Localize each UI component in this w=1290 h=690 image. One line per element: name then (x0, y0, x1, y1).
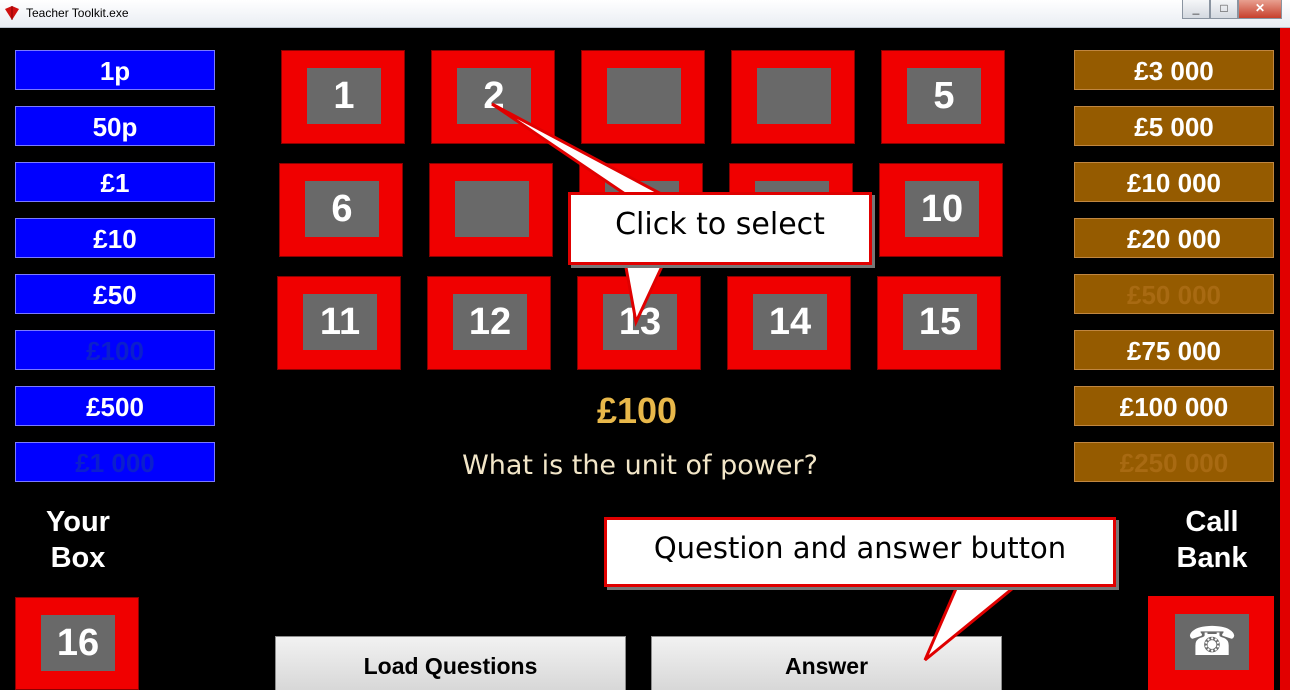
your-box-label-line1: Your (46, 506, 110, 538)
window-title: Teacher Toolkit.exe (26, 6, 129, 20)
low-value-5: £100 (15, 330, 215, 370)
box-12[interactable]: 12 (427, 276, 551, 370)
answer-button[interactable]: Answer (651, 636, 1002, 690)
high-value-6: £100 000 (1074, 386, 1274, 426)
high-value-1: £5 000 (1074, 106, 1274, 146)
box-number: 5 (907, 68, 981, 124)
box-number: 10 (905, 181, 979, 237)
low-value-4: £50 (15, 274, 215, 314)
window-frame-right (1280, 28, 1290, 690)
box-number: 15 (903, 294, 977, 350)
minimize-button[interactable]: _ (1182, 0, 1210, 19)
box-1[interactable]: 1 (281, 50, 405, 144)
maximize-button[interactable]: □ (1210, 0, 1238, 19)
telephone-icon: ☎ (1175, 614, 1249, 670)
select-callout: Click to select (568, 192, 872, 265)
low-value-3: £10 (15, 218, 215, 258)
your-box-number: 16 (41, 615, 115, 671)
box-number: 11 (303, 294, 377, 350)
box-number (757, 68, 831, 124)
box-15[interactable]: 15 (877, 276, 1001, 370)
box-number: 12 (453, 294, 527, 350)
box-number (455, 181, 529, 237)
high-value-7: £250 000 (1074, 442, 1274, 482)
low-value-0: 1p (15, 50, 215, 90)
high-value-4: £50 000 (1074, 274, 1274, 314)
low-value-6: £500 (15, 386, 215, 426)
high-value-5: £75 000 (1074, 330, 1274, 370)
box-4[interactable] (731, 50, 855, 144)
high-value-0: £3 000 (1074, 50, 1274, 90)
current-prize: £100 (596, 390, 678, 431)
box-10[interactable]: 10 (879, 163, 1003, 257)
high-value-3: £20 000 (1074, 218, 1274, 258)
box-3[interactable] (581, 50, 705, 144)
box-11[interactable]: 11 (277, 276, 401, 370)
load-questions-button[interactable]: Load Questions (275, 636, 626, 690)
your-box-label: Your Box (18, 504, 138, 576)
call-bank-label: Call Bank (1152, 504, 1272, 576)
high-value-2: £10 000 (1074, 162, 1274, 202)
your-box-label-line2: Box (50, 542, 106, 574)
app-icon (5, 6, 19, 20)
box-14[interactable]: 14 (727, 276, 851, 370)
box-number: 2 (457, 68, 531, 124)
low-value-1: 50p (15, 106, 215, 146)
box-6[interactable]: 6 (279, 163, 403, 257)
box-13[interactable]: 13 (577, 276, 701, 370)
your-box[interactable]: 16 (15, 597, 139, 690)
box-number: 6 (305, 181, 379, 237)
low-value-2: £1 (15, 162, 215, 202)
question-text: What is the unit of power? (462, 450, 818, 481)
qa-callout: Question and answer button (604, 517, 1116, 587)
window-titlebar: Teacher Toolkit.exe _ □ ✕ (0, 0, 1290, 28)
low-value-7: £1 000 (15, 442, 215, 482)
call-bank-label-line1: Call (1185, 506, 1239, 538)
box-5[interactable]: 5 (881, 50, 1005, 144)
box-number (607, 68, 681, 124)
box-number: 14 (753, 294, 827, 350)
call-bank-label-line2: Bank (1176, 542, 1248, 574)
box-number: 1 (307, 68, 381, 124)
box-2[interactable]: 2 (431, 50, 555, 144)
box-number: 13 (603, 294, 677, 350)
call-bank-button[interactable]: ☎ (1148, 596, 1274, 690)
box-7[interactable] (429, 163, 553, 257)
close-button[interactable]: ✕ (1238, 0, 1282, 19)
